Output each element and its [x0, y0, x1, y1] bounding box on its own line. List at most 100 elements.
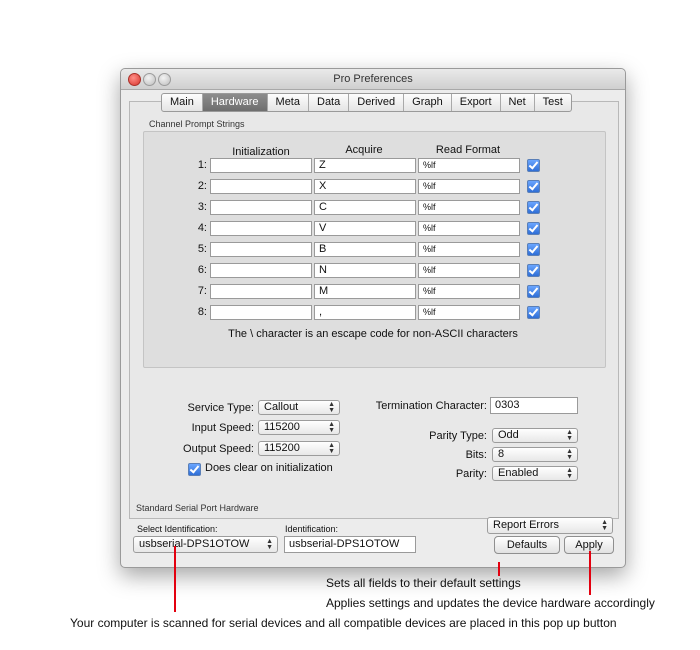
initialization-field[interactable] — [210, 200, 312, 215]
window-title: Pro Preferences — [333, 73, 413, 85]
acquire-field[interactable]: , — [314, 305, 416, 320]
row-number: 3: — [197, 201, 207, 213]
channel-enabled-checkbox[interactable] — [527, 159, 540, 172]
tab-export[interactable]: Export — [452, 94, 501, 111]
initialization-header: Initialization — [232, 146, 290, 158]
read-format-header: Read Format — [435, 144, 501, 156]
termination-label: Termination Character: — [375, 400, 487, 412]
acquire-header: Acquire — [345, 144, 383, 156]
apply-callout-line — [589, 551, 591, 595]
popup-arrows-icon: ▲ ▼ — [566, 448, 573, 461]
service-type-popup[interactable]: Callout ▲ ▼ — [258, 400, 340, 415]
channel-enabled-checkbox[interactable] — [527, 306, 540, 319]
read-format-field[interactable]: %lf — [418, 158, 520, 173]
select-identification-popup[interactable]: usbserial-DPS1OTOW ▲ ▼ — [133, 536, 278, 553]
read-format-field[interactable]: %lf — [418, 200, 520, 215]
channel-enabled-checkbox[interactable] — [527, 222, 540, 235]
channel-enabled-checkbox[interactable] — [527, 243, 540, 256]
acquire-field[interactable]: Z — [314, 158, 416, 173]
parity-popup[interactable]: Enabled ▲ ▼ — [492, 466, 578, 481]
input-speed-label: Input Speed: — [191, 422, 254, 434]
read-format-field[interactable]: %lf — [418, 221, 520, 236]
row-number: 6: — [197, 264, 207, 276]
report-errors-value: Report Errors — [493, 519, 560, 531]
output-speed-popup[interactable]: 115200 ▲ ▼ — [258, 441, 340, 456]
popup-arrows-icon: ▲ ▼ — [328, 442, 335, 455]
row-number: 2: — [197, 180, 207, 192]
channel-prompt-strings-label: Channel Prompt Strings — [149, 119, 245, 129]
title-bar[interactable]: Pro Preferences — [121, 69, 625, 90]
popup-arrows-icon: ▲ ▼ — [266, 538, 273, 551]
initialization-field[interactable] — [210, 158, 312, 173]
bits-value: 8 — [498, 448, 505, 460]
channel-enabled-checkbox[interactable] — [527, 264, 540, 277]
popup-arrows-icon: ▲ ▼ — [601, 519, 608, 532]
parity-type-popup[interactable]: Odd ▲ ▼ — [492, 428, 578, 443]
initialization-field[interactable] — [210, 242, 312, 257]
parity-type-value: Odd — [498, 429, 519, 441]
read-format-field[interactable]: %lf — [418, 305, 520, 320]
service-type-value: Callout — [264, 401, 299, 413]
clear-on-init-checkbox[interactable] — [188, 463, 201, 476]
select-identification-value: usbserial-DPS1OTOW — [139, 538, 250, 550]
initialization-field[interactable] — [210, 305, 312, 320]
read-format-field[interactable]: %lf — [418, 284, 520, 299]
acquire-field[interactable]: B — [314, 242, 416, 257]
parity-type-label: Parity Type: — [429, 430, 487, 442]
row-number: 4: — [197, 222, 207, 234]
acquire-field[interactable]: V — [314, 221, 416, 236]
output-speed-label: Output Speed: — [183, 443, 254, 455]
tab-graph[interactable]: Graph — [404, 94, 452, 111]
tab-net[interactable]: Net — [501, 94, 535, 111]
tab-meta[interactable]: Meta — [268, 94, 309, 111]
tab-bar: Main Hardware Meta Data Derived Graph Ex… — [161, 93, 572, 112]
popup-arrows-icon: ▲ ▼ — [328, 401, 335, 414]
tab-hardware[interactable]: Hardware — [202, 94, 268, 111]
termination-field[interactable]: 0303 — [490, 397, 578, 414]
parity-value: Enabled — [498, 467, 539, 479]
channel-enabled-checkbox[interactable] — [527, 201, 540, 214]
read-format-field[interactable]: %lf — [418, 179, 520, 194]
initialization-field[interactable] — [210, 221, 312, 236]
input-speed-value: 115200 — [264, 421, 300, 433]
identification-field[interactable]: usbserial-DPS1OTOW — [284, 536, 416, 553]
acquire-field[interactable]: M — [314, 284, 416, 299]
parity-label: Parity: — [455, 468, 487, 480]
input-speed-popup[interactable]: 115200 ▲ ▼ — [258, 420, 340, 435]
row-number: 1: — [197, 159, 207, 171]
tab-derived[interactable]: Derived — [349, 94, 405, 111]
acquire-field[interactable]: N — [314, 263, 416, 278]
preferences-window: Pro Preferences Main Hardware Meta Data … — [120, 68, 626, 568]
bits-label: Bits: — [465, 449, 487, 461]
row-number: 5: — [197, 243, 207, 255]
initialization-field[interactable] — [210, 284, 312, 299]
acquire-field[interactable]: X — [314, 179, 416, 194]
service-type-label: Service Type: — [187, 402, 254, 414]
initialization-field[interactable] — [210, 263, 312, 278]
select-caption: Your computer is scanned for serial devi… — [70, 616, 617, 630]
tab-test[interactable]: Test — [535, 94, 571, 111]
channel-enabled-checkbox[interactable] — [527, 285, 540, 298]
report-errors-popup[interactable]: Report Errors ▲ ▼ — [487, 517, 613, 534]
popup-arrows-icon: ▲ ▼ — [328, 421, 335, 434]
popup-arrows-icon: ▲ ▼ — [566, 467, 573, 480]
channel-enabled-checkbox[interactable] — [527, 180, 540, 193]
bits-popup[interactable]: 8 ▲ ▼ — [492, 447, 578, 462]
acquire-field[interactable]: C — [314, 200, 416, 215]
defaults-caption: Sets all fields to their default setting… — [326, 576, 521, 590]
row-number: 8: — [197, 306, 207, 318]
defaults-button[interactable]: Defaults — [494, 536, 560, 554]
identification-label: Identification: — [285, 524, 339, 534]
initialization-field[interactable] — [210, 179, 312, 194]
tab-data[interactable]: Data — [309, 94, 350, 111]
read-format-field[interactable]: %lf — [418, 263, 520, 278]
select-identification-label: Select Identification: — [137, 524, 218, 534]
defaults-callout-line — [498, 562, 500, 576]
output-speed-value: 115200 — [264, 442, 300, 454]
clear-on-init-label: Does clear on initialization — [205, 462, 333, 474]
apply-caption: Applies settings and updates the device … — [326, 596, 655, 610]
row-number: 7: — [197, 285, 207, 297]
tab-main[interactable]: Main — [162, 94, 203, 111]
serial-hardware-label: Standard Serial Port Hardware — [136, 503, 259, 513]
read-format-field[interactable]: %lf — [418, 242, 520, 257]
